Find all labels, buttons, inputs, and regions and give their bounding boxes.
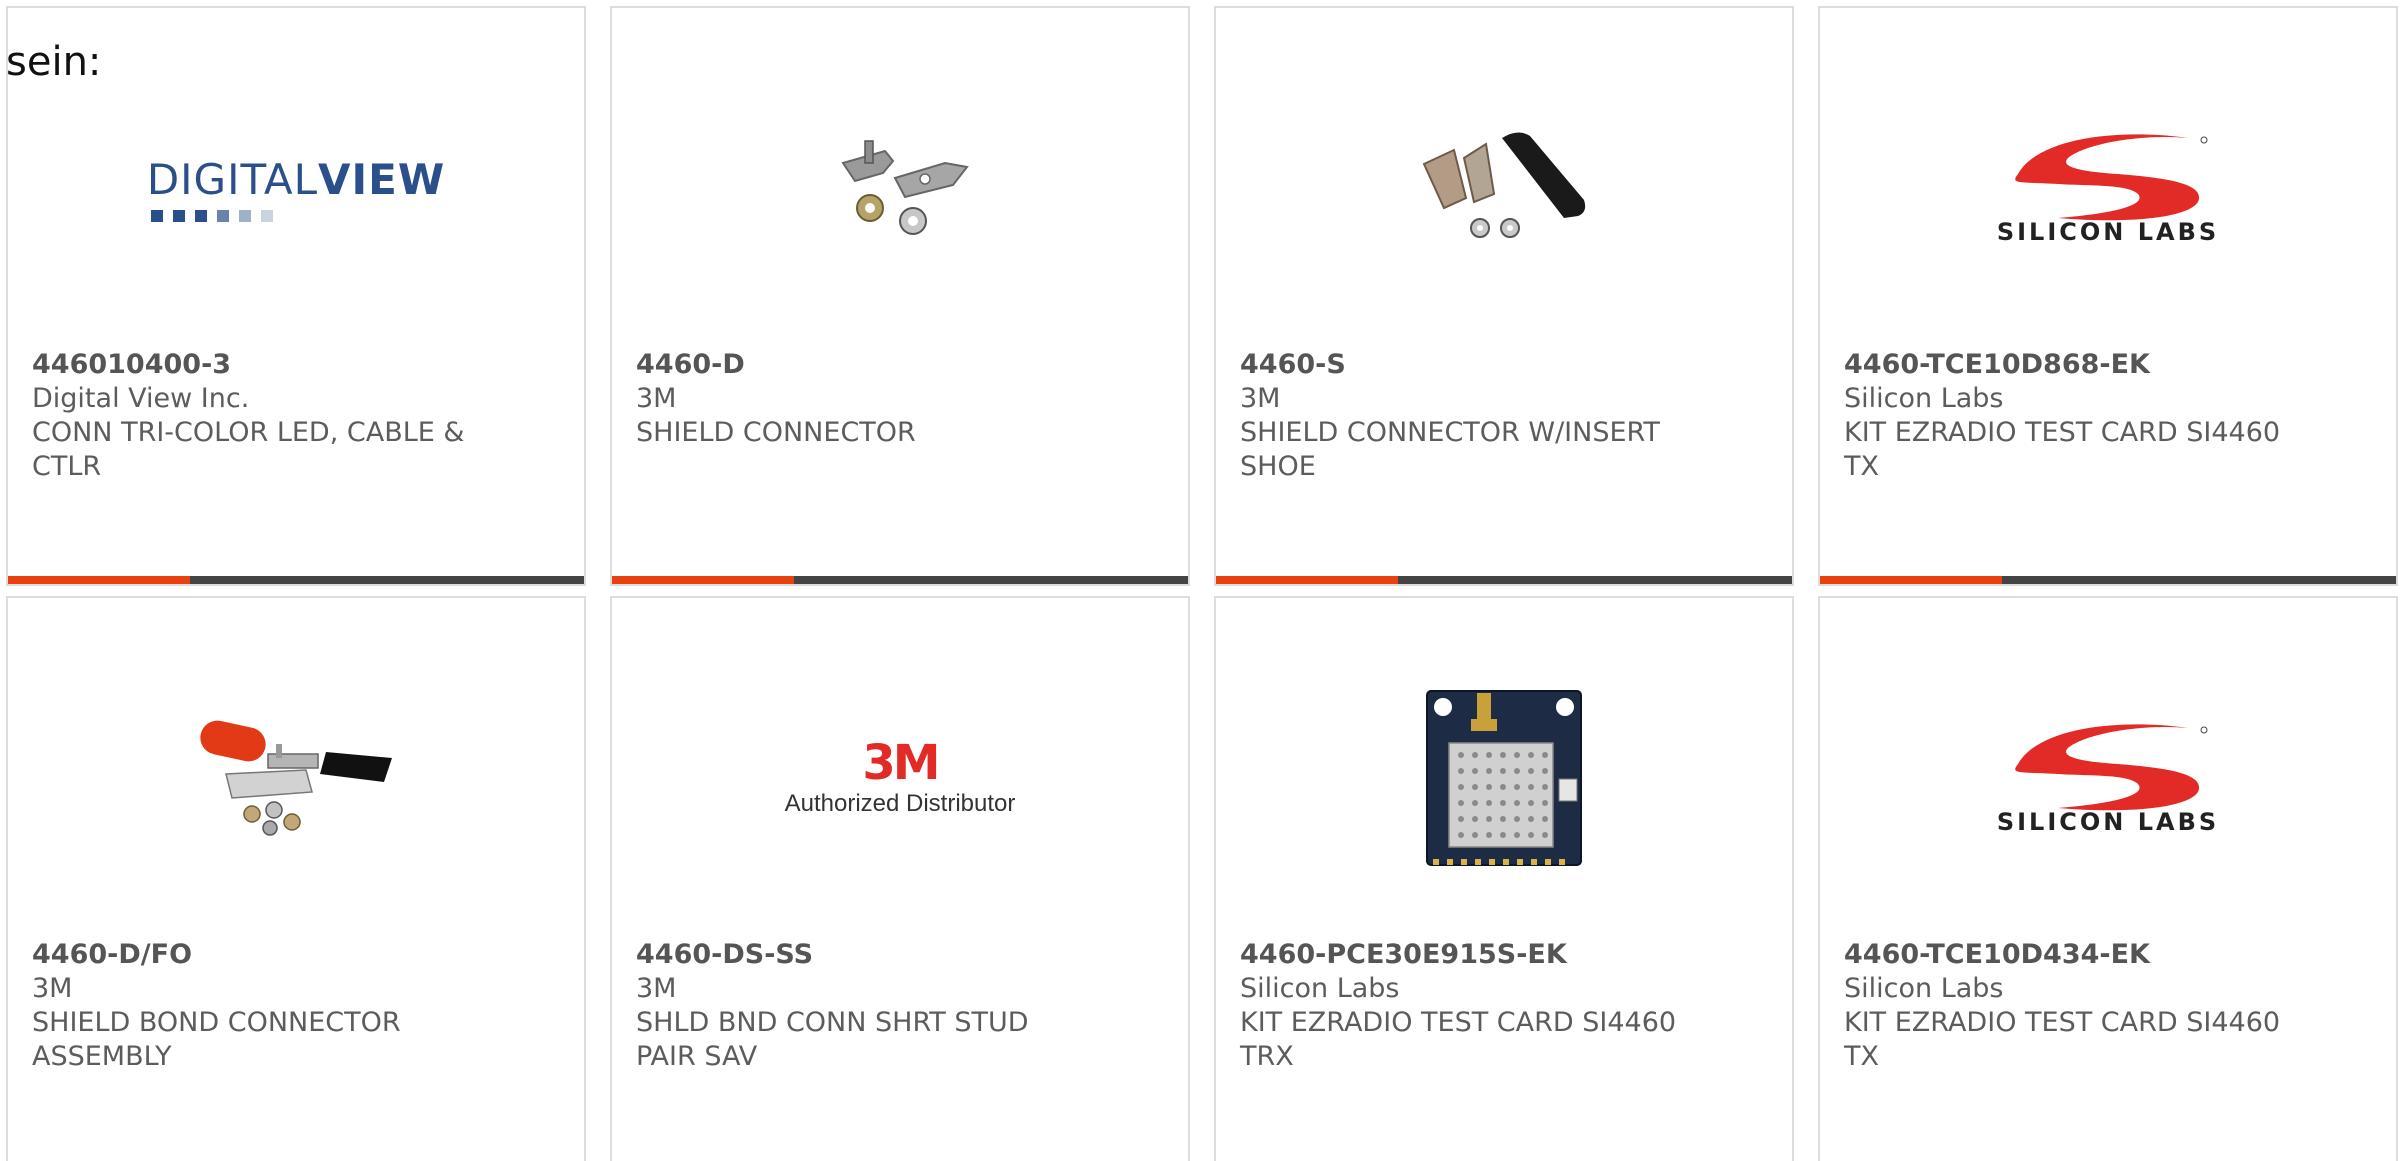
product-info: 4460-PCE30E915S-EK Silicon Labs KIT EZRA… — [1240, 938, 1700, 1074]
product-image[interactable]: DIGITALVIEW — [8, 78, 584, 298]
product-card[interactable]: 3M Authorized Distributor 4460-DS-SS 3M … — [610, 596, 1190, 1161]
description-line2: TX — [1844, 1041, 1879, 1072]
description-line2: ASSEMBLY — [32, 1041, 172, 1072]
manufacturer: Silicon Labs — [1844, 973, 2004, 1004]
page: sein: DIGITALVIEW 446010400-3 Digital Vi… — [0, 0, 2400, 1161]
product-image[interactable]: SILICON LABS — [1820, 78, 2396, 298]
card-bar-accent — [1820, 576, 2002, 584]
product-info: 446010400-3 Digital View Inc. CONN TRI-C… — [32, 348, 492, 484]
description-line2: SHOE — [1240, 451, 1316, 482]
product-card[interactable]: SILICON LABS 4460-TCE10D434-EK Silicon L… — [1818, 596, 2398, 1161]
radio-test-card-photo — [1426, 690, 1582, 866]
description-line1: SHLD BND CONN SHRT STUD — [636, 1007, 1029, 1038]
part-number[interactable]: 4460-TCE10D868-EK — [1844, 348, 2304, 382]
shield-connector-photo — [841, 140, 969, 235]
part-number[interactable]: 4460-PCE30E915S-EK — [1240, 938, 1700, 972]
manufacturer: Silicon Labs — [1844, 383, 2004, 414]
description-line1: SHIELD CONNECTOR — [636, 417, 916, 448]
product-card[interactable]: DIGITALVIEW 446010400-3 Digital View Inc… — [6, 6, 586, 586]
description-line1: KIT EZRADIO TEST CARD SI4460 — [1240, 1007, 1677, 1038]
part-number[interactable]: 4460-D/FO — [32, 938, 492, 972]
card-bar-accent — [612, 576, 794, 584]
card-bar — [612, 576, 1188, 584]
description-line1: KIT EZRADIO TEST CARD SI4460 — [1844, 417, 2281, 448]
part-number[interactable]: 4460-DS-SS — [636, 938, 1096, 972]
part-number[interactable]: 4460-D — [636, 348, 1096, 382]
intro-text: sein: — [6, 39, 102, 85]
shield-bond-assembly-photo — [200, 720, 392, 836]
description-line1: CONN TRI-COLOR LED, CABLE & — [32, 417, 465, 448]
product-info: 4460-D/FO 3M SHIELD BOND CONNECTOR ASSEM… — [32, 938, 492, 1074]
digital-view-logo: DIGITALVIEW — [147, 155, 445, 222]
description-line2: TRX — [1240, 1041, 1294, 1072]
product-info: 4460-TCE10D868-EK Silicon Labs KIT EZRAD… — [1844, 348, 2304, 484]
product-image[interactable] — [8, 668, 584, 888]
part-number[interactable]: 4460-S — [1240, 348, 1700, 382]
card-bar-accent — [8, 576, 190, 584]
product-card[interactable]: 4460-D 3M SHIELD CONNECTOR — [610, 6, 1190, 586]
shield-connector-insert-photo — [1422, 132, 1586, 238]
description-line1: SHIELD BOND CONNECTOR — [32, 1007, 401, 1038]
card-bar — [1216, 576, 1792, 584]
product-image[interactable]: 3M Authorized Distributor — [612, 668, 1188, 888]
manufacturer: 3M — [636, 383, 677, 414]
description-line2: TX — [1844, 451, 1879, 482]
description-line1: KIT EZRADIO TEST CARD SI4460 — [1844, 1007, 2281, 1038]
product-info: 4460-S 3M SHIELD CONNECTOR W/INSERT SHOE — [1240, 348, 1700, 484]
product-grid: DIGITALVIEW 446010400-3 Digital View Inc… — [6, 6, 2398, 1161]
part-number[interactable]: 4460-TCE10D434-EK — [1844, 938, 2304, 972]
card-bar-accent — [1216, 576, 1398, 584]
card-bar — [8, 576, 584, 584]
product-card[interactable]: 4460-D/FO 3M SHIELD BOND CONNECTOR ASSEM… — [6, 596, 586, 1161]
manufacturer: Silicon Labs — [1240, 973, 1400, 1004]
svg-text:SILICON LABS: SILICON LABS — [1998, 218, 2218, 246]
silicon-labs-logo: SILICON LABS — [1998, 724, 2218, 836]
3m-authorized-distributor-logo: 3M Authorized Distributor — [784, 735, 1016, 817]
description-line2: PAIR SAV — [636, 1041, 758, 1072]
manufacturer: Digital View Inc. — [32, 383, 250, 414]
part-number[interactable]: 446010400-3 — [32, 348, 492, 382]
product-info: 4460-D 3M SHIELD CONNECTOR — [636, 348, 1096, 450]
product-card[interactable]: 4460-S 3M SHIELD CONNECTOR W/INSERT SHOE — [1214, 6, 1794, 586]
manufacturer: 3M — [636, 973, 677, 1004]
product-image[interactable] — [1216, 78, 1792, 298]
silicon-labs-logo: SILICON LABS — [1998, 134, 2218, 246]
product-image[interactable]: SILICON LABS — [1820, 668, 2396, 888]
svg-text:SILICON LABS: SILICON LABS — [1998, 808, 2218, 836]
product-info: 4460-DS-SS 3M SHLD BND CONN SHRT STUD PA… — [636, 938, 1096, 1074]
card-bar — [1820, 576, 2396, 584]
description-line2: CTLR — [32, 451, 102, 482]
description-line1: SHIELD CONNECTOR W/INSERT — [1240, 417, 1660, 448]
product-card[interactable]: SILICON LABS 4460-TCE10D868-EK Silicon L… — [1818, 6, 2398, 586]
product-card[interactable]: 4460-PCE30E915S-EK Silicon Labs KIT EZRA… — [1214, 596, 1794, 1161]
product-image[interactable] — [612, 78, 1188, 298]
manufacturer: 3M — [32, 973, 73, 1004]
manufacturer: 3M — [1240, 383, 1281, 414]
product-info: 4460-TCE10D434-EK Silicon Labs KIT EZRAD… — [1844, 938, 2304, 1074]
product-image[interactable] — [1216, 668, 1792, 888]
